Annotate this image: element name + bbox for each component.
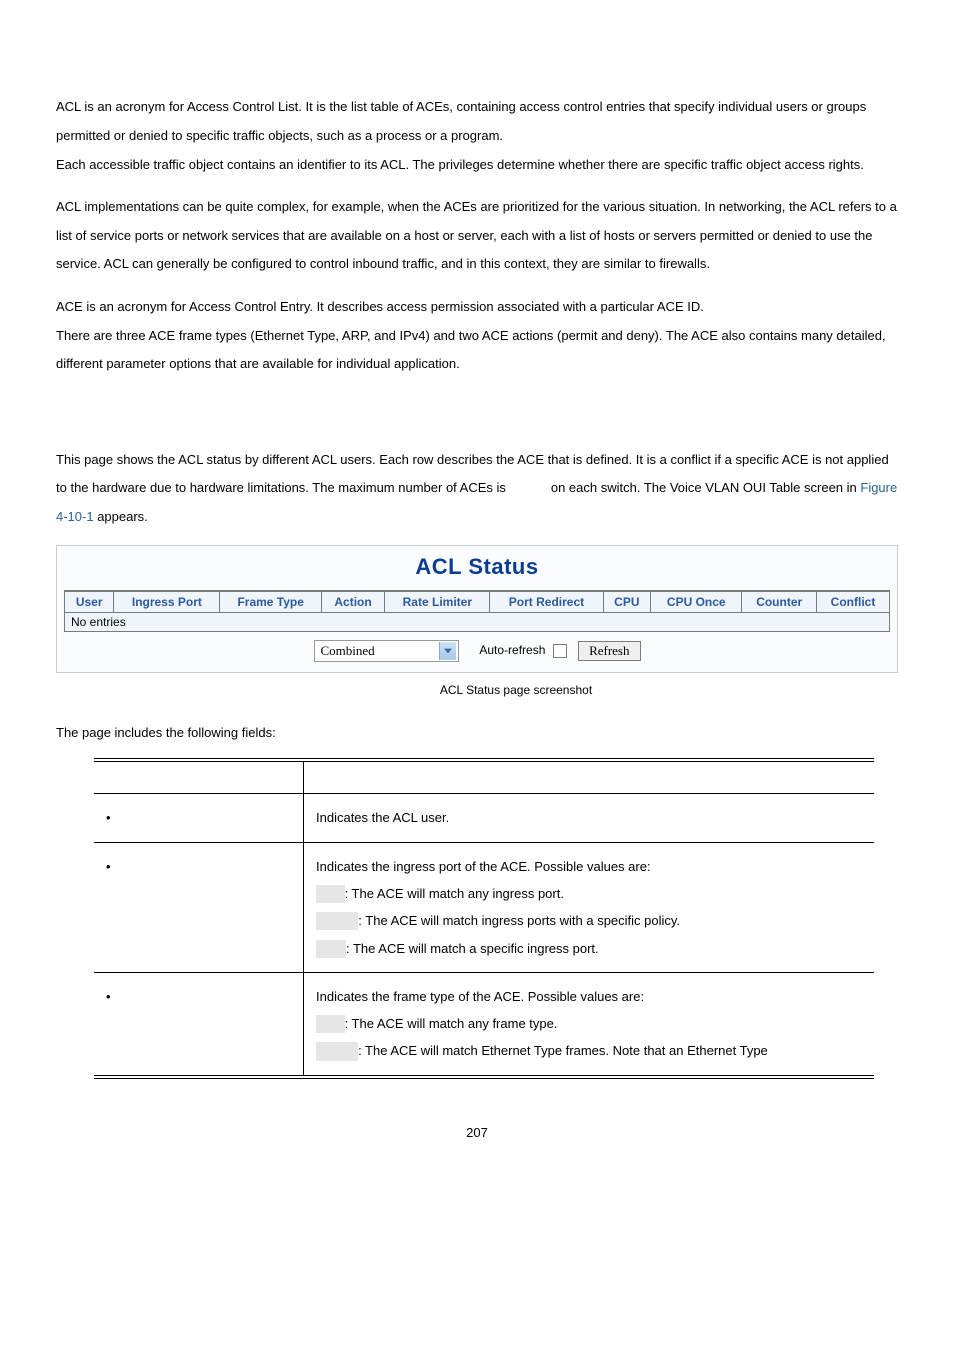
description-text: : The ACE will match a specific ingress … bbox=[346, 941, 599, 956]
intro-p3-b: There are three ACE frame types (Etherne… bbox=[56, 328, 886, 372]
fields-th-description: Description bbox=[304, 760, 875, 794]
description-text: : The ACE will match Ethernet Type frame… bbox=[358, 1043, 768, 1058]
auto-refresh-label: Auto-refresh bbox=[479, 643, 545, 657]
th-ingress-port: Ingress Port bbox=[114, 591, 220, 613]
fields-th-object: Object bbox=[94, 760, 304, 794]
term-label: Any bbox=[316, 1015, 345, 1033]
th-frame-type: Frame Type bbox=[220, 591, 321, 613]
description-text: Indicates the ingress port of the ACE. P… bbox=[316, 859, 651, 874]
intro-p3-a: ACE is an acronym for Access Control Ent… bbox=[56, 299, 704, 314]
intro-paragraph-2: ACL implementations can be quite complex… bbox=[56, 193, 898, 279]
acl-status-table: User Ingress Port Frame Type Action Rate… bbox=[64, 590, 890, 632]
description-text: : The ACE will match any frame type. bbox=[345, 1016, 558, 1031]
intro-paragraph-3: ACE is an acronym for Access Control Ent… bbox=[56, 293, 898, 379]
th-port-redirect: Port Redirect bbox=[490, 591, 603, 613]
fields-object-cell: •Frame Type bbox=[94, 972, 304, 1076]
figure-caption: Figure 4-10-1 ACL Status page screenshot bbox=[56, 683, 898, 697]
acl-status-screenshot: ACL Status User Ingress Port Frame Type … bbox=[56, 545, 898, 673]
fields-table: Object Description •User Indicates the AC… bbox=[94, 758, 874, 1078]
no-entries-cell: No entries bbox=[65, 613, 890, 632]
fields-object-cell: •Ingress Port bbox=[94, 842, 304, 972]
intro-p1-b: Each accessible traffic object contains … bbox=[56, 157, 864, 172]
figure-caption-text: ACL Status page screenshot bbox=[440, 683, 592, 697]
fields-description-cell: Indicates the frame type of the ACE. Pos… bbox=[304, 972, 875, 1076]
term-label: Policy bbox=[316, 912, 358, 930]
controls-row: Combined Auto-refresh Refresh bbox=[57, 640, 897, 662]
description-text: : The ACE will match any ingress port. bbox=[345, 886, 564, 901]
section-heading: 4.10 Access Control Lists bbox=[56, 56, 898, 79]
term-label: Port bbox=[316, 940, 346, 958]
fields-object-cell: •User bbox=[94, 794, 304, 842]
fields-intro: The page includes the following fields: bbox=[56, 725, 898, 740]
subsection-intro: This page shows the ACL status by differ… bbox=[56, 446, 898, 532]
description-text: Indicates the frame type of the ACE. Pos… bbox=[316, 989, 644, 1004]
figure-caption-prefix: Figure 4-10-1 bbox=[362, 683, 440, 697]
sub-intro-b: on each switch. The Voice VLAN OUI Table… bbox=[547, 480, 860, 495]
fields-description-cell: Indicates the ACL user. bbox=[304, 794, 875, 842]
description-text: Indicates the ACL user. bbox=[316, 810, 449, 825]
sub-intro-c: appears. bbox=[94, 509, 148, 524]
max-aces-number: 256 bbox=[510, 480, 548, 495]
th-counter: Counter bbox=[742, 591, 817, 613]
intro-paragraph-1: ACL is an acronym for Access Control Lis… bbox=[56, 93, 898, 179]
term-label: Any bbox=[316, 885, 345, 903]
subsection-heading: 4.10.1 Access Control List Status bbox=[56, 411, 898, 432]
th-conflict: Conflict bbox=[817, 591, 890, 613]
th-cpu: CPU bbox=[603, 591, 651, 613]
th-cpu-once: CPU Once bbox=[651, 591, 742, 613]
description-text: : The ACE will match ingress ports with … bbox=[358, 913, 680, 928]
th-action: Action bbox=[321, 591, 384, 613]
acl-status-title: ACL Status bbox=[57, 554, 897, 580]
select-value: Combined bbox=[321, 643, 375, 659]
th-rate-limiter: Rate Limiter bbox=[385, 591, 490, 613]
fields-description-cell: Indicates the ingress port of the ACE. P… bbox=[304, 842, 875, 972]
refresh-button[interactable]: Refresh bbox=[578, 641, 640, 661]
chevron-down-icon bbox=[439, 642, 456, 660]
intro-p1-a: ACL is an acronym for Access Control Lis… bbox=[56, 99, 866, 143]
user-filter-select[interactable]: Combined bbox=[314, 640, 459, 662]
page-number: 207 bbox=[56, 1125, 898, 1140]
auto-refresh-checkbox[interactable] bbox=[553, 644, 567, 658]
term-label: EType bbox=[316, 1042, 358, 1060]
th-user: User bbox=[65, 591, 114, 613]
